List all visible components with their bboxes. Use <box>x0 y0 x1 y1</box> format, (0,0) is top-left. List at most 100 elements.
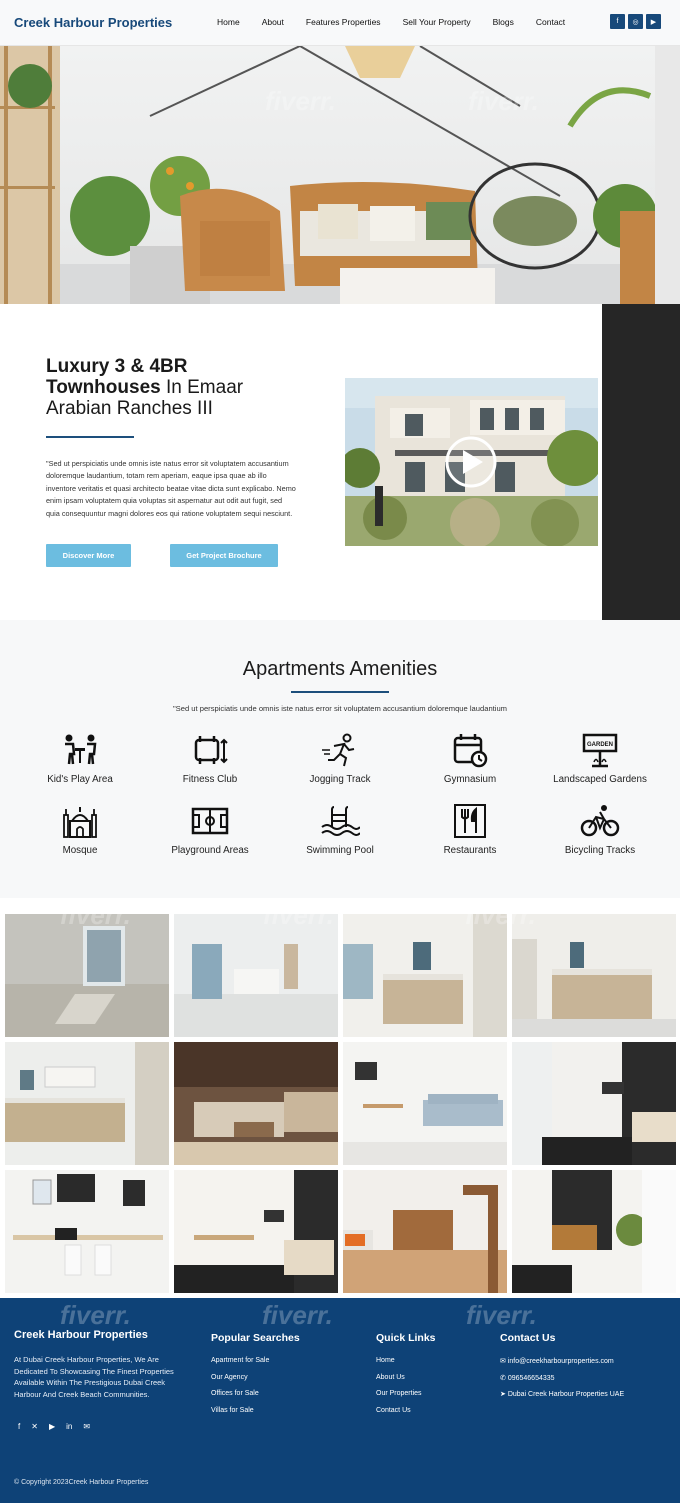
phone-icon: ✆ <box>500 1375 508 1382</box>
amenity-label: Mosque <box>62 845 98 856</box>
nav-sell-your-property[interactable]: Sell Your Property <box>403 17 471 27</box>
watermark: fiverr. <box>265 86 336 116</box>
gallery-photo[interactable] <box>512 914 676 1037</box>
amenity-label: Landscaped Gardens <box>553 774 647 785</box>
gallery-photo[interactable] <box>343 1042 507 1165</box>
discover-more-button[interactable]: Discover More <box>46 544 131 567</box>
contact-location-text: Dubai Creek Harbour Properties UAE <box>507 1391 625 1398</box>
facebook-icon[interactable]: f <box>610 14 625 29</box>
dark-side-panel <box>602 304 680 620</box>
amenity-label: Gymnasium <box>443 774 497 785</box>
kids-play-icon <box>65 734 97 765</box>
nav-home[interactable]: Home <box>217 17 240 27</box>
footer-social: f ✕ ▶ in ✉ <box>18 1422 90 1431</box>
email-icon[interactable]: ✉ <box>83 1422 90 1431</box>
nav-contact[interactable]: Contact <box>536 17 565 27</box>
gymnasium-icon <box>453 734 488 768</box>
amenity-swimming-pool: Swimming Pool <box>275 803 405 856</box>
footer-link-offices-sale[interactable]: Offices for Sale <box>211 1390 259 1397</box>
gallery-photo[interactable] <box>5 1170 169 1293</box>
quick-links-title: Quick Links <box>376 1332 436 1344</box>
nav-about[interactable]: About <box>262 17 284 27</box>
gallery-photo[interactable] <box>343 1170 507 1293</box>
amenity-label: Jogging Track <box>309 774 371 785</box>
watermark: fiverr. <box>465 900 536 930</box>
contact-phone[interactable]: ✆ 096546654335 <box>500 1374 555 1382</box>
title-divider <box>46 436 134 438</box>
watermark: fiverr. <box>466 1300 537 1330</box>
amenity-gymnasium: Gymnasium <box>405 732 535 785</box>
playground-icon <box>191 807 229 835</box>
footer-about: At Dubai Creek Harbour Properties, We Ar… <box>14 1355 174 1399</box>
footer-link-villas-sale[interactable]: Villas for Sale <box>211 1407 254 1414</box>
amenities-subtitle: "Sed ut perspiciatis unde omnis iste nat… <box>172 704 508 713</box>
amenity-bicycling: Bicycling Tracks <box>535 803 665 856</box>
bicycle-icon <box>580 805 620 837</box>
project-brochure-button[interactable]: Get Project Brochure <box>170 544 278 567</box>
header-social: f ◎ ▶ <box>610 14 661 29</box>
watermark: fiverr. <box>262 1300 333 1330</box>
watermark: fiverr. <box>468 86 539 116</box>
contact-phone-text: 096546654335 <box>507 1375 555 1382</box>
amenity-kids-play: Kid's Play Area <box>15 732 145 785</box>
envelope-icon: ✉ <box>500 1358 508 1365</box>
hero-image: fiverr. fiverr. <box>0 46 680 304</box>
gallery-photo[interactable] <box>5 914 169 1037</box>
fitness-icon <box>194 736 228 764</box>
amenity-mosque: Mosque <box>15 803 145 856</box>
nav-features-properties[interactable]: Features Properties <box>306 17 381 27</box>
youtube-icon[interactable]: ▶ <box>49 1422 55 1431</box>
footer-link-properties[interactable]: Our Properties <box>376 1390 422 1397</box>
copyright: © Copyright 2023Creek Harbour Properties <box>14 1479 149 1486</box>
amenities-title: Apartments Amenities <box>242 658 438 680</box>
gallery-photo[interactable] <box>512 1170 676 1293</box>
watermark: fiverr. <box>60 1300 131 1330</box>
amenity-label: Restaurants <box>443 845 497 856</box>
brand-logo[interactable]: Creek Harbour Properties <box>14 15 172 30</box>
contact-email-text: info@creekharbourproperties.com <box>507 1358 614 1365</box>
jogging-icon <box>322 733 355 767</box>
facebook-icon[interactable]: f <box>18 1422 20 1431</box>
gallery-photo[interactable] <box>174 1170 338 1293</box>
footer-link-contact[interactable]: Contact Us <box>376 1407 411 1414</box>
garden-sign-icon: GARDEN <box>582 733 618 768</box>
gallery-photo[interactable] <box>5 1042 169 1165</box>
gallery-photo[interactable] <box>174 914 338 1037</box>
amenity-jogging: Jogging Track <box>275 732 405 785</box>
instagram-icon[interactable]: ◎ <box>628 14 643 29</box>
footer-link-our-agency[interactable]: Our Agency <box>211 1374 248 1381</box>
footer-link-home[interactable]: Home <box>376 1357 395 1364</box>
amenity-playground: Playground Areas <box>145 803 275 856</box>
linkedin-icon[interactable]: in <box>66 1422 72 1431</box>
watermark: fiverr. <box>263 900 334 930</box>
footer-link-apartment-sale[interactable]: Apartment for Sale <box>211 1357 269 1364</box>
intro-paragraph: "Sed ut perspiciatis unde omnis iste nat… <box>46 459 296 518</box>
gallery-photo[interactable] <box>174 1042 338 1165</box>
amenity-label: Playground Areas <box>171 845 249 856</box>
pool-icon <box>321 806 360 836</box>
nav-blogs[interactable]: Blogs <box>493 17 514 27</box>
footer-brand: Creek Harbour Properties <box>14 1329 148 1341</box>
intro-title: Luxury 3 & 4BR Townhouses In Emaar Arabi… <box>46 356 306 419</box>
mosque-icon <box>63 807 97 838</box>
contact-location[interactable]: ➤ Dubai Creek Harbour Properties UAE <box>500 1390 624 1398</box>
youtube-icon[interactable]: ▶ <box>646 14 661 29</box>
main-menu: Home About Features Properties Sell Your… <box>217 17 587 27</box>
amenity-landscaped-gardens: GARDEN Landscaped Gardens <box>535 732 665 785</box>
footer-link-about[interactable]: About Us <box>376 1374 405 1381</box>
photo-gallery: fiverr. fiverr. fiverr. <box>5 900 676 1294</box>
amenity-label: Fitness Club <box>182 774 238 785</box>
amenity-label: Bicycling Tracks <box>564 845 636 856</box>
restaurant-icon <box>454 804 486 838</box>
popular-searches-title: Popular Searches <box>211 1332 300 1344</box>
gallery-photo[interactable] <box>343 914 507 1037</box>
amenity-label: Kid's Play Area <box>47 774 113 785</box>
garden-sign-text: GARDEN <box>587 742 613 748</box>
amenity-label: Swimming Pool <box>306 845 374 856</box>
twitter-icon[interactable]: ✕ <box>31 1422 38 1431</box>
gallery-photo[interactable] <box>512 1042 676 1165</box>
contact-email[interactable]: ✉ info@creekharbourproperties.com <box>500 1357 614 1365</box>
amenity-fitness: Fitness Club <box>145 732 275 785</box>
video-thumbnail[interactable] <box>345 378 598 546</box>
amenities-divider <box>291 691 389 693</box>
